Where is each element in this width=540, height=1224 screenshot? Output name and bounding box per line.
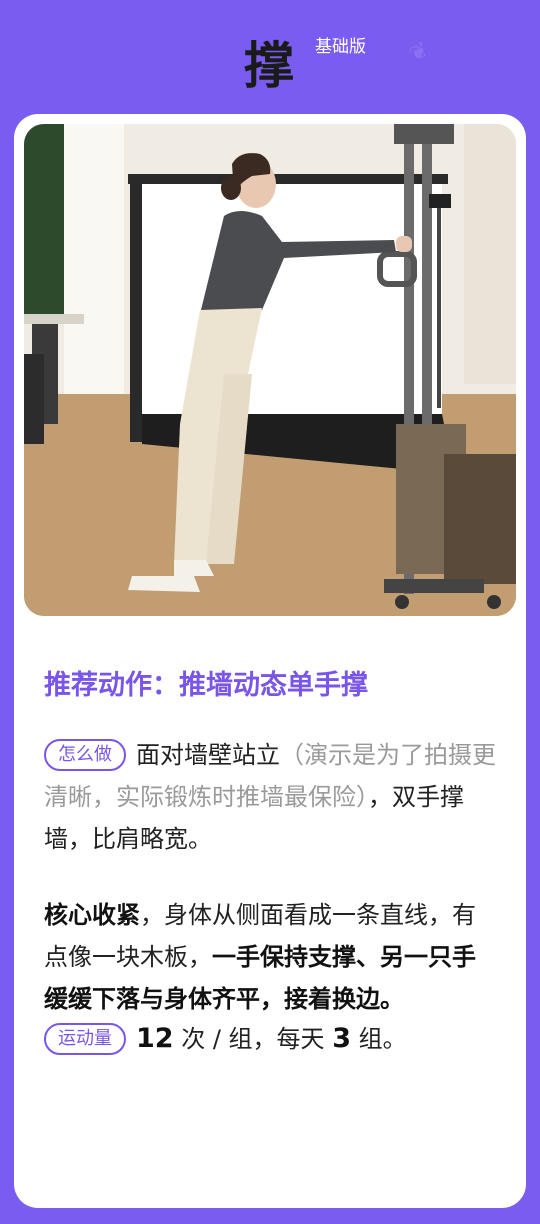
- how-to-tag: 怎么做: [44, 739, 126, 771]
- core-paragraph: 核心收紧，身体从侧面看成一条直线，有点像一块木板，一手保持支撑、另一只手缓缓下落…: [44, 894, 496, 1020]
- amount-tag: 运动量: [44, 1023, 126, 1055]
- how-to-text: 面对墙壁站立: [136, 741, 280, 769]
- reps-number: 12: [136, 1023, 174, 1054]
- how-to-paragraph: 怎么做 面对墙壁站立（演示是为了拍摄更清晰，实际锻炼时推墙最保险），双手撑墙，比肩…: [44, 734, 496, 860]
- exercise-card: 推荐动作：推墙动态单手撑 怎么做 面对墙壁站立（演示是为了拍摄更清晰，实际锻炼时推…: [14, 114, 526, 1208]
- amount-text-1: 次 / 组，每天: [173, 1025, 333, 1053]
- sets-number: 3: [332, 1023, 351, 1054]
- exercise-photo: [24, 124, 516, 616]
- level-badge: 基础版: [303, 32, 378, 62]
- core-bold-1: 核心收紧: [44, 901, 140, 929]
- exercise-illustration: [24, 124, 516, 616]
- page-title: 撑: [244, 37, 294, 95]
- amount-paragraph: 运动量 12 次 / 组，每天 3 组。: [44, 1018, 496, 1060]
- amount-text-2: 组。: [350, 1025, 407, 1053]
- exercise-subtitle: 推荐动作：推墙动态单手撑: [44, 670, 368, 701]
- header: 撑 基础版: [0, 0, 540, 112]
